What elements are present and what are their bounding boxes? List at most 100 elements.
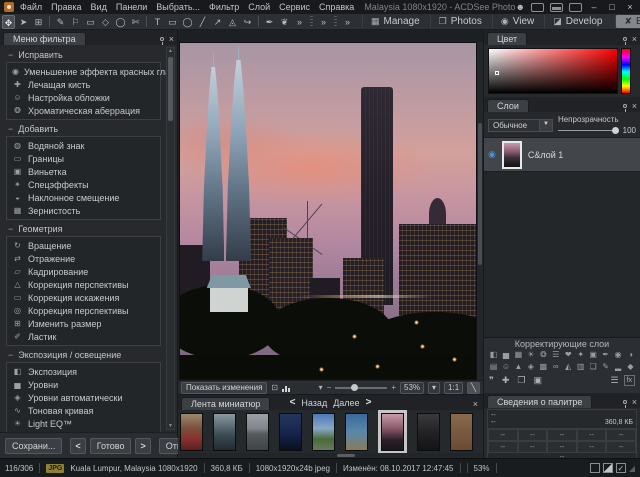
tab-photos[interactable]: ❐Photos — [430, 15, 490, 28]
tab-color[interactable]: Цвет — [487, 32, 527, 45]
menu-item[interactable]: Фильтр — [209, 2, 239, 12]
filter-item[interactable]: ⇄Отражение — [7, 252, 160, 265]
pin-icon[interactable] — [623, 104, 627, 108]
scrollbar-thumb[interactable] — [337, 454, 355, 457]
filter-item[interactable]: ◍Водяной знак — [7, 139, 160, 152]
tab-filter-menu[interactable]: Меню фильтра — [3, 32, 86, 45]
adj-grid-icon[interactable]: ▤ — [488, 361, 499, 373]
thumbnail-night-observatory[interactable] — [279, 413, 302, 451]
pin-icon[interactable] — [623, 37, 627, 41]
menu-item[interactable]: Справка — [319, 2, 354, 12]
zoom-dropdown[interactable]: ▾ — [428, 382, 440, 394]
layer-visibility-icon[interactable]: ◉ — [488, 149, 496, 160]
filter-section-header[interactable]: −Экспозиция / освещение — [8, 350, 161, 360]
brush-tool[interactable]: ❦ — [278, 15, 291, 29]
save-button[interactable]: Сохрани... — [5, 438, 62, 454]
text-tool[interactable]: T — [151, 15, 164, 29]
close-button[interactable]: × — [624, 2, 636, 12]
filter-item[interactable]: ✚Лечащая кисть — [7, 78, 160, 91]
rectangle-shape-tool[interactable]: ▭ — [166, 15, 179, 29]
forward-arrow-icon[interactable]: > — [366, 397, 372, 408]
adj-levels-icon[interactable]: ▅ — [500, 349, 511, 361]
adj-chart-icon[interactable]: ▂ — [613, 361, 624, 373]
show-changes-button[interactable]: Показать изменения — [181, 382, 267, 394]
tool-overflow-3[interactable]: » — [341, 15, 354, 29]
filter-item[interactable]: ⊞Изменить размер — [7, 317, 160, 330]
filter-item[interactable]: ❂Хроматическая аберрация — [7, 104, 160, 117]
adj-photo-icon[interactable]: ❏ — [588, 361, 599, 373]
account-icon[interactable]: ☻ — [516, 2, 525, 12]
collapse-icon[interactable]: − — [8, 351, 13, 359]
filter-section-header[interactable]: −Исправить — [8, 50, 161, 60]
scroll-up-icon[interactable]: ▲ — [168, 48, 173, 54]
maximize-button[interactable]: □ — [606, 2, 618, 12]
adj-draw-icon[interactable]: ✎ — [600, 361, 611, 373]
pan-mode-button[interactable]: ╲ — [467, 382, 480, 394]
menu-item[interactable]: Файл — [20, 2, 42, 12]
adj-curves-icon[interactable]: ▦ — [513, 349, 524, 361]
adj-gradient-icon[interactable]: ◭ — [563, 361, 574, 373]
move-select-tool[interactable]: ◇ — [99, 15, 112, 29]
thumbnail-mountain-reflection[interactable] — [246, 413, 269, 451]
polygon-lasso-tool[interactable]: ⚐ — [69, 15, 82, 29]
layout-bottom-button[interactable] — [550, 3, 563, 12]
minimize-button[interactable]: – — [588, 2, 600, 12]
saturation-value-picker[interactable] — [488, 48, 618, 94]
ellipse-shape-tool[interactable]: ◯ — [181, 15, 194, 29]
polygon-tool[interactable]: ◬ — [226, 15, 239, 29]
back-button[interactable]: Назад — [301, 398, 327, 408]
menu-item[interactable]: Сервис — [279, 2, 310, 12]
edit-selection-tool[interactable]: ✎ — [54, 15, 67, 29]
pin-icon[interactable] — [160, 37, 164, 41]
color-marker[interactable] — [495, 71, 499, 75]
done-button[interactable]: Готово — [90, 438, 132, 454]
adj-sharpen-icon[interactable]: ▲ — [513, 361, 524, 373]
adj-gradient-map-icon[interactable]: ∞ — [550, 361, 561, 373]
layout-left-button[interactable] — [531, 3, 544, 12]
filter-item[interactable]: ∿Тоновая кривая — [7, 404, 160, 417]
tab-layers[interactable]: Слои — [487, 99, 529, 112]
thumbnail-road-valley[interactable] — [312, 413, 335, 451]
line-tool[interactable]: ╱ — [196, 15, 209, 29]
thumbnail-dark-gate[interactable] — [417, 413, 440, 451]
adj-blur-icon[interactable]: ◈ — [525, 361, 536, 373]
zoom-slider[interactable] — [335, 387, 387, 389]
scroll-down-icon[interactable]: ▼ — [168, 423, 173, 429]
collapse-icon[interactable]: − — [8, 51, 13, 59]
adj-color-eq-icon[interactable]: ❤ — [563, 349, 574, 361]
hue-strip[interactable] — [621, 48, 631, 94]
zoom-menu-icon[interactable]: ▾ — [319, 383, 323, 392]
add-layer-action-icon[interactable]: ✚ — [502, 375, 510, 386]
zoom-out-icon[interactable]: − — [327, 383, 332, 392]
pan-tool[interactable]: ✥ — [2, 15, 15, 29]
adj-split-tone-icon[interactable]: ◑ — [625, 349, 636, 361]
thumbnail-warm-detail[interactable] — [450, 413, 473, 451]
adj-red-eye-icon[interactable]: ◉ — [613, 349, 624, 361]
filter-item[interactable]: ◈Уровни автоматически — [7, 391, 160, 404]
collapse-icon[interactable]: − — [8, 125, 13, 133]
ellipse-select-tool[interactable]: ◯ — [114, 15, 127, 29]
adj-pattern-icon[interactable]: ▥ — [575, 361, 586, 373]
filter-item[interactable]: ▅Уровни — [7, 378, 160, 391]
menu-icon[interactable]: ☰ — [610, 375, 618, 386]
blend-mode-select[interactable]: Обычное ▼ — [488, 119, 553, 132]
adj-light-eq-icon[interactable]: ✦ — [575, 349, 586, 361]
adj-noise-icon[interactable]: ▩ — [538, 361, 549, 373]
zoom-slider-handle[interactable] — [351, 384, 358, 391]
filter-item[interactable]: ▱Кадрирование — [7, 265, 160, 278]
tab-palette-info[interactable]: Сведения о палитре — [487, 395, 592, 408]
close-icon[interactable]: × — [169, 35, 174, 43]
filter-item[interactable]: ◎Коррекция перспективы — [7, 304, 160, 317]
opacity-slider-handle[interactable] — [612, 127, 619, 134]
adj-photo-effect-icon[interactable]: ▣ — [588, 349, 599, 361]
magic-wand-tool[interactable]: ✄ — [129, 15, 142, 29]
prev-button[interactable]: < — [70, 438, 85, 454]
arrow-tool[interactable]: ↗ — [211, 15, 224, 29]
scrollbar-thumb[interactable] — [168, 57, 173, 121]
canvas-vertical-scrollbar[interactable] — [477, 42, 483, 380]
thumbnail-autumn-landscape[interactable] — [180, 413, 203, 451]
fx-button[interactable]: fx — [624, 375, 635, 386]
image-canvas[interactable]: Показать изменения ⊡ ▾ − + 53% ▾ 1:1 ╲ — [178, 30, 483, 394]
zoom-level[interactable]: 53% — [400, 382, 424, 394]
actual-size-button[interactable]: 1:1 — [444, 382, 463, 394]
